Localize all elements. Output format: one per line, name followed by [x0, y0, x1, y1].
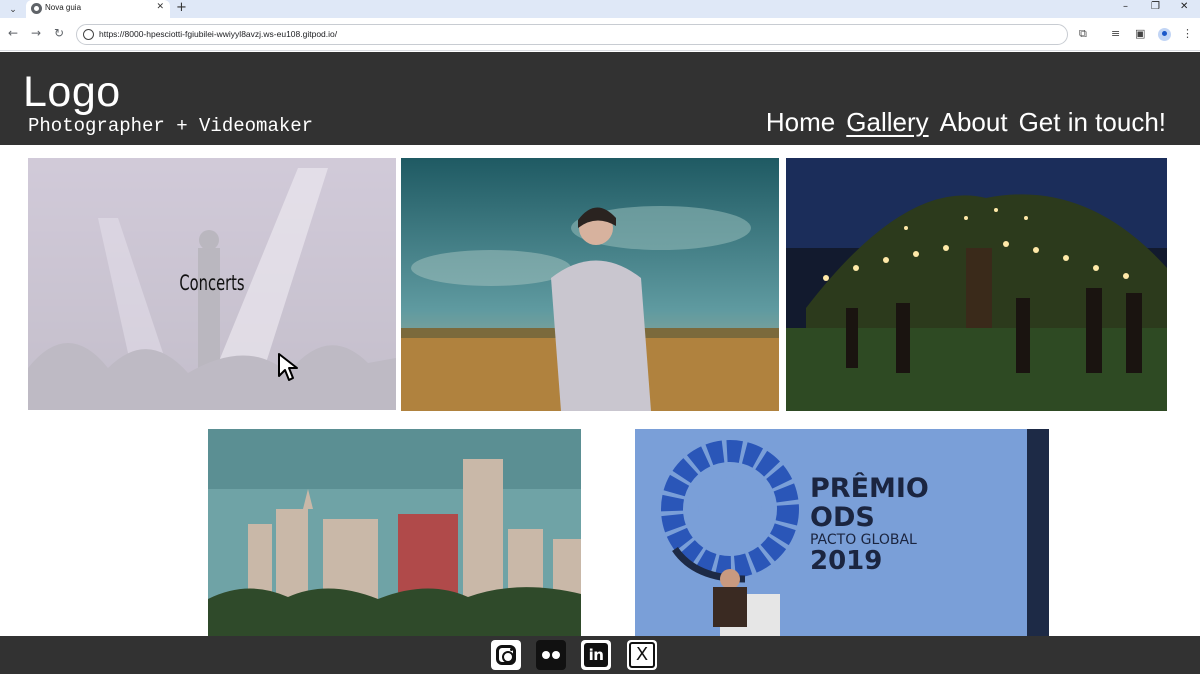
flickr-icon[interactable]	[536, 640, 566, 670]
profile-icon[interactable]	[1158, 28, 1171, 41]
tab-close-icon[interactable]: ✕	[156, 2, 164, 12]
x-glyph: X	[629, 642, 655, 668]
tab-title: Nova guia	[45, 3, 82, 12]
instagram-icon[interactable]	[491, 640, 521, 670]
tagline: Photographer + Videomaker	[28, 115, 314, 137]
extensions-icon[interactable]: ⧉	[1079, 27, 1087, 41]
flickr-dot-left	[542, 651, 550, 659]
instagram-ring	[496, 645, 516, 665]
back-icon[interactable]: ←	[8, 26, 18, 40]
site-header: Logo Photographer + Videomaker Home Gall…	[0, 52, 1200, 145]
minimize-button[interactable]: –	[1123, 1, 1128, 12]
award-event-photo: PRÊMIO ODS PACTO GLOBAL 2019	[635, 429, 1049, 639]
x-twitter-icon[interactable]: X	[627, 640, 657, 670]
linkedin-glyph: in	[584, 643, 608, 667]
new-tab-button[interactable]: +	[176, 0, 187, 15]
menu-icon[interactable]: ⋮	[1182, 27, 1193, 40]
award-sign-line-2: ODS	[810, 502, 875, 533]
reading-list-icon[interactable]: ≡	[1111, 27, 1120, 40]
side-panel-icon[interactable]: ▣	[1135, 27, 1145, 40]
gallery-caption-concerts: Concerts	[179, 271, 245, 295]
site-footer: in X	[0, 636, 1200, 674]
gallery-item-night-party[interactable]	[786, 158, 1167, 411]
portrait-field-photo	[401, 158, 779, 411]
browser-toolbar: ← → ↻ https://8000-hpesciotti-fgiubilei-…	[0, 18, 1200, 51]
flickr-dot-right	[552, 651, 560, 659]
nav-get-in-touch[interactable]: Get in touch!	[1019, 107, 1166, 138]
logo[interactable]: Logo	[23, 68, 121, 117]
night-party-photo	[786, 158, 1167, 411]
gallery-item-concert[interactable]: Concerts	[28, 158, 396, 410]
tab-favicon-icon	[31, 3, 42, 14]
main-nav: Home Gallery About Get in touch!	[766, 107, 1166, 138]
instagram-dot	[510, 648, 513, 651]
forward-icon[interactable]: →	[31, 26, 41, 40]
tab-search-chevron-icon[interactable]: ⌄	[6, 2, 20, 16]
nav-home[interactable]: Home	[766, 107, 835, 138]
gallery-item-award-event[interactable]: PRÊMIO ODS PACTO GLOBAL 2019	[635, 429, 1049, 639]
browser-tab-strip: ⌄ Nova guia ✕ + – ❐ ✕	[0, 0, 1200, 18]
linkedin-icon[interactable]: in	[581, 640, 611, 670]
city-skyline-photo	[208, 429, 581, 639]
nav-gallery[interactable]: Gallery	[846, 107, 928, 138]
award-sign-line-4: 2019	[810, 546, 882, 576]
award-sign-line-1: PRÊMIO	[810, 472, 929, 504]
close-window-button[interactable]: ✕	[1180, 1, 1188, 12]
url-text[interactable]: https://8000-hpesciotti-fgiubilei-wwiyyl…	[99, 29, 337, 39]
nav-about[interactable]: About	[940, 107, 1008, 138]
site-info-icon[interactable]	[83, 29, 94, 40]
gallery-item-city-skyline[interactable]	[208, 429, 581, 639]
browser-tab[interactable]: Nova guia ✕	[26, 0, 170, 18]
address-bar[interactable]: https://8000-hpesciotti-fgiubilei-wwiyyl…	[76, 24, 1068, 45]
gallery-item-portrait-field[interactable]	[401, 158, 779, 411]
reload-icon[interactable]: ↻	[54, 26, 64, 40]
mouse-cursor-icon	[278, 353, 298, 381]
restore-button[interactable]: ❐	[1151, 1, 1160, 12]
